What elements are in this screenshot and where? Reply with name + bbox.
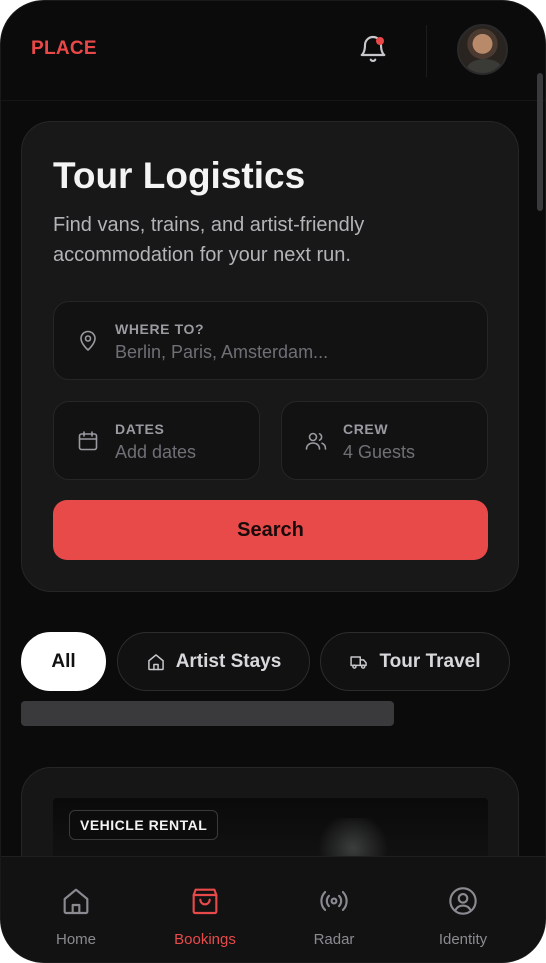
radar-icon <box>320 891 348 911</box>
home-icon <box>63 888 89 915</box>
shopping-bag-icon <box>192 888 218 915</box>
map-pin-icon <box>80 330 96 351</box>
nav-item-home[interactable]: Home <box>8 857 144 962</box>
users-icon <box>305 432 327 450</box>
filter-chip-artist-stays[interactable]: Artist Stays <box>117 632 310 691</box>
nav-label-identity: Identity <box>438 931 488 948</box>
nav-label-bookings: Bookings <box>174 931 236 948</box>
bottom-nav: Home Bookings Radar Identity <box>1 856 545 962</box>
avatar-shirt <box>467 59 502 73</box>
nav-item-bookings[interactable]: Bookings <box>137 857 273 962</box>
home-icon <box>147 653 164 670</box>
top-bar: PLACE <box>1 1 545 101</box>
loading-placeholder <box>21 701 394 726</box>
search-button[interactable]: Search <box>53 500 488 560</box>
truck-icon <box>350 655 368 669</box>
nav-item-identity[interactable]: Identity <box>395 857 531 962</box>
crew-field[interactable]: CREW 4 Guests <box>281 401 488 480</box>
dates-label: DATES <box>115 421 165 437</box>
category-badge: VEHICLE RENTAL <box>69 810 219 840</box>
bell-icon <box>360 36 386 62</box>
filter-label-artist-stays: Artist Stays <box>175 650 282 672</box>
dates-input[interactable]: Add dates <box>115 442 196 463</box>
header-divider <box>426 25 427 77</box>
nav-label-home: Home <box>55 931 96 948</box>
scrollbar[interactable] <box>537 73 543 211</box>
filter-label-all: All <box>51 650 76 672</box>
destination-input[interactable]: Berlin, Paris, Amsterdam... <box>115 342 328 363</box>
brand-logo[interactable]: PLACE <box>31 38 97 60</box>
crew-input[interactable]: 4 Guests <box>343 442 415 463</box>
dates-field[interactable]: DATES Add dates <box>53 401 260 480</box>
destination-field[interactable]: WHERE TO? Berlin, Paris, Amsterdam... <box>53 301 488 380</box>
filter-label-tour-travel: Tour Travel <box>379 650 481 672</box>
user-circle-icon <box>449 887 477 915</box>
search-card: Tour Logistics Find vans, trains, and ar… <box>21 121 519 592</box>
filter-chip-tour-travel[interactable]: Tour Travel <box>320 632 510 691</box>
unread-indicator <box>376 37 384 45</box>
page-subtitle: Find vans, trains, and artist-friendly a… <box>53 214 365 266</box>
page-title: Tour Logistics <box>53 155 306 196</box>
filter-chip-all[interactable]: All <box>21 632 106 691</box>
notifications-button[interactable] <box>357 33 389 65</box>
calendar-icon <box>78 431 98 451</box>
nav-item-radar[interactable]: Radar <box>266 857 402 962</box>
nav-label-radar: Radar <box>313 931 355 948</box>
crew-label: CREW <box>343 421 389 437</box>
app-screen: PLACE Tour Logistics Find vans, trains, … <box>0 0 546 963</box>
destination-label: WHERE TO? <box>115 321 205 337</box>
avatar[interactable] <box>457 24 508 75</box>
